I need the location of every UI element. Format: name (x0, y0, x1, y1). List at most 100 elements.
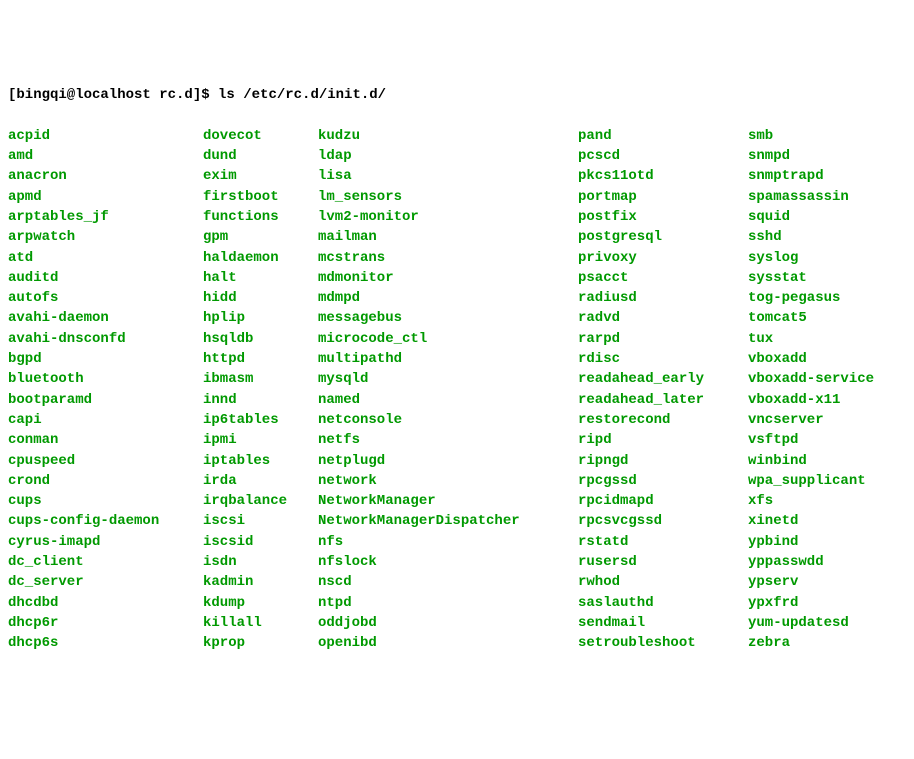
file-entry: sshd (748, 227, 874, 247)
file-entry: rpcgssd (578, 471, 748, 491)
file-entry: gpm (203, 227, 318, 247)
file-entry: sysstat (748, 268, 874, 288)
file-entry: microcode_ctl (318, 329, 578, 349)
file-entry: setroubleshoot (578, 633, 748, 653)
file-entry: ntpd (318, 593, 578, 613)
file-entry: apmd (8, 187, 203, 207)
file-entry: psacct (578, 268, 748, 288)
file-entry: iscsid (203, 532, 318, 552)
file-entry: dhcp6r (8, 613, 203, 633)
file-entry: smb (748, 126, 874, 146)
file-entry: bgpd (8, 349, 203, 369)
file-entry: tomcat5 (748, 308, 874, 328)
file-entry: rarpd (578, 329, 748, 349)
file-entry: vboxadd-service (748, 369, 874, 389)
file-entry: conman (8, 430, 203, 450)
file-entry: nscd (318, 572, 578, 592)
file-entry: readahead_early (578, 369, 748, 389)
file-entry: rusersd (578, 552, 748, 572)
file-entry: hsqldb (203, 329, 318, 349)
file-entry: iscsi (203, 511, 318, 531)
file-entry: mcstrans (318, 248, 578, 268)
file-entry: avahi-daemon (8, 308, 203, 328)
file-entry: rdisc (578, 349, 748, 369)
file-entry: kprop (203, 633, 318, 653)
file-entry: rpcsvcgssd (578, 511, 748, 531)
file-entry: yum-updatesd (748, 613, 874, 633)
file-entry: pkcs11otd (578, 166, 748, 186)
file-entry: anacron (8, 166, 203, 186)
column-5: smbsnmpdsnmptrapdspamassassinsquidsshdsy… (748, 126, 874, 654)
file-entry: squid (748, 207, 874, 227)
file-entry: mailman (318, 227, 578, 247)
file-entry: nfs (318, 532, 578, 552)
file-entry: vboxadd-x11 (748, 390, 874, 410)
file-entry: snmptrapd (748, 166, 874, 186)
file-entry: dhcp6s (8, 633, 203, 653)
file-entry: arpwatch (8, 227, 203, 247)
file-entry: vboxadd (748, 349, 874, 369)
file-entry: postfix (578, 207, 748, 227)
file-entry: snmpd (748, 146, 874, 166)
file-entry: wpa_supplicant (748, 471, 874, 491)
file-entry: xfs (748, 491, 874, 511)
file-entry: syslog (748, 248, 874, 268)
file-entry: netfs (318, 430, 578, 450)
file-entry: tux (748, 329, 874, 349)
file-entry: rwhod (578, 572, 748, 592)
file-entry: ypxfrd (748, 593, 874, 613)
file-entry: yppasswdd (748, 552, 874, 572)
file-entry: dc_server (8, 572, 203, 592)
file-entry: restorecond (578, 410, 748, 430)
file-entry: kadmin (203, 572, 318, 592)
file-entry: ipmi (203, 430, 318, 450)
file-entry: hplip (203, 308, 318, 328)
file-entry: radiusd (578, 288, 748, 308)
file-entry: rstatd (578, 532, 748, 552)
file-entry: exim (203, 166, 318, 186)
file-entry: privoxy (578, 248, 748, 268)
file-entry: NetworkManager (318, 491, 578, 511)
file-entry: zebra (748, 633, 874, 653)
file-entry: messagebus (318, 308, 578, 328)
file-entry: lm_sensors (318, 187, 578, 207)
file-entry: hidd (203, 288, 318, 308)
file-entry: firstboot (203, 187, 318, 207)
file-entry: cpuspeed (8, 451, 203, 471)
file-entry: dund (203, 146, 318, 166)
file-entry: oddjobd (318, 613, 578, 633)
file-entry: cups-config-daemon (8, 511, 203, 531)
file-entry: ip6tables (203, 410, 318, 430)
file-entry: isdn (203, 552, 318, 572)
file-entry: xinetd (748, 511, 874, 531)
file-entry: cups (8, 491, 203, 511)
file-entry: lvm2-monitor (318, 207, 578, 227)
column-2: dovecotdundeximfirstbootfunctionsgpmhald… (203, 126, 318, 654)
file-entry: netplugd (318, 451, 578, 471)
file-entry: radvd (578, 308, 748, 328)
file-entry: mysqld (318, 369, 578, 389)
file-entry: ripd (578, 430, 748, 450)
file-entry: auditd (8, 268, 203, 288)
file-entry: nfslock (318, 552, 578, 572)
file-entry: functions (203, 207, 318, 227)
file-entry: irda (203, 471, 318, 491)
file-entry: named (318, 390, 578, 410)
file-entry: capi (8, 410, 203, 430)
file-entry: ypserv (748, 572, 874, 592)
file-entry: pcscd (578, 146, 748, 166)
file-entry: readahead_later (578, 390, 748, 410)
file-entry: innd (203, 390, 318, 410)
file-entry: httpd (203, 349, 318, 369)
file-entry: kudzu (318, 126, 578, 146)
file-entry: iptables (203, 451, 318, 471)
file-entry: vsftpd (748, 430, 874, 450)
file-entry: NetworkManagerDispatcher (318, 511, 578, 531)
file-entry: halt (203, 268, 318, 288)
file-entry: crond (8, 471, 203, 491)
file-entry: cyrus-imapd (8, 532, 203, 552)
file-entry: rpcidmapd (578, 491, 748, 511)
file-entry: saslauthd (578, 593, 748, 613)
file-entry: sendmail (578, 613, 748, 633)
file-entry: vncserver (748, 410, 874, 430)
